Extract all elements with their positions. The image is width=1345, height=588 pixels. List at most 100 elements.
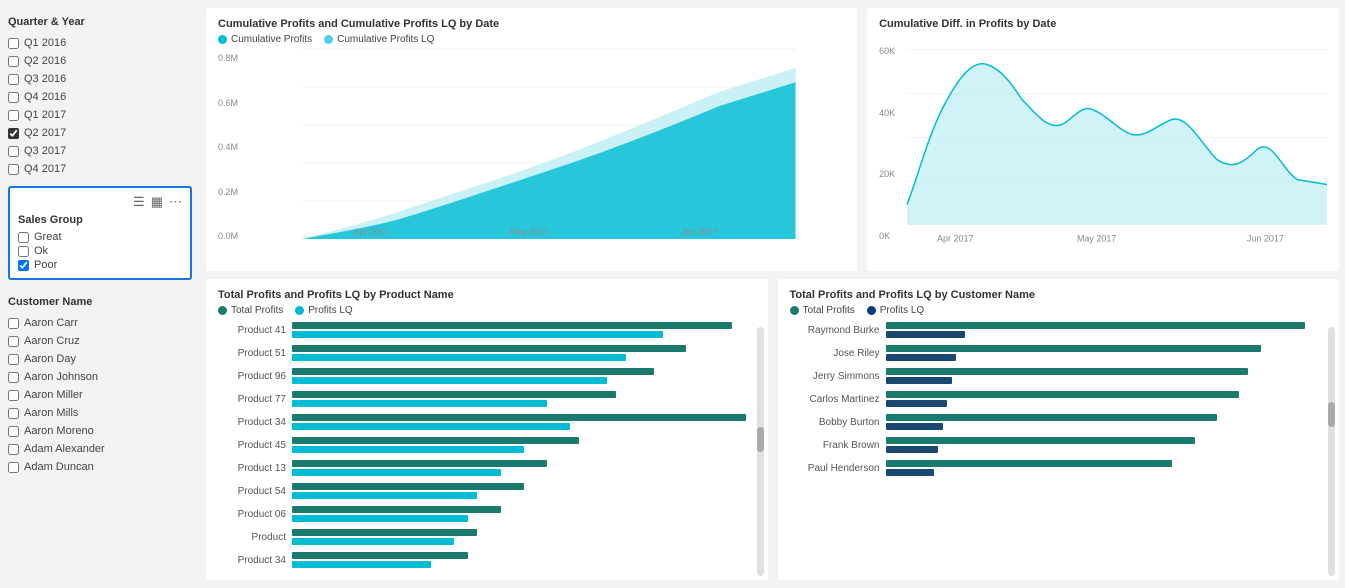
bar-profits-paul [886,460,1173,467]
quarter-q1-2017-checkbox[interactable] [8,110,19,121]
sales-group-toolbar: ☰ ▦ ⋯ [18,194,182,210]
quarter-q3-2017-checkbox[interactable] [8,146,19,157]
bar-profits-jose [886,345,1261,352]
bar-lq-product41 [292,331,663,338]
bar-track-product06 [292,506,756,522]
customer-aaron-miller[interactable]: Aaron Miller [8,388,192,402]
svg-text:Apr 2017: Apr 2017 [937,233,973,243]
bar-row-raymond: Raymond Burke [790,320,1328,340]
diff-area-svg: Apr 2017 May 2017 Jun 2017 [907,42,1327,232]
customer-adam-alexander[interactable]: Adam Alexander [8,442,192,456]
sg-ok-label: Ok [34,245,48,257]
quarter-q3-2017[interactable]: Q3 2017 [8,144,192,158]
quarter-q1-2016[interactable]: Q1 2016 [8,36,192,50]
legend-total-profits-label: Total Profits [231,305,283,316]
y-axis-diff: 60K 40K 20K 0K [879,42,907,261]
layout-icon[interactable]: ▦ [151,194,163,210]
y-axis-cumulative: 0.8M 0.6M 0.4M 0.2M 0.0M [218,49,252,261]
quarter-q2-2017[interactable]: Q2 2017 [8,126,192,140]
more-options-icon[interactable]: ⋯ [169,194,182,210]
bar-profits-product13 [292,460,547,467]
svg-text:May 2017: May 2017 [511,226,549,236]
customer-scrollbar-thumb[interactable] [1328,402,1335,427]
sg-great-checkbox[interactable] [18,232,29,243]
cb-aaron-day[interactable] [8,354,19,365]
product-bar-chart: Total Profits and Profits LQ by Product … [206,279,768,580]
hamburger-icon[interactable]: ☰ [133,194,145,210]
cb-aaron-moreno[interactable] [8,426,19,437]
product-scrollbar-thumb[interactable] [757,427,764,452]
quarter-q2-2016[interactable]: Q2 2016 [8,54,192,68]
bar-track-product13 [292,460,756,476]
sg-poor-checkbox[interactable] [18,260,29,271]
cumulative-diff-chart: Cumulative Diff. in Profits by Date 60K … [867,8,1339,271]
cb-aaron-cruz[interactable] [8,336,19,347]
sg-ok-checkbox[interactable] [18,246,29,257]
quarter-q4-2017-label: Q4 2017 [24,163,66,175]
quarter-year-title: Quarter & Year [8,16,192,28]
quarter-q4-2016-checkbox[interactable] [8,92,19,103]
top-charts-row: Cumulative Profits and Cumulative Profit… [206,8,1339,271]
quarter-q4-2017-checkbox[interactable] [8,164,19,175]
bar-profits-product [292,529,477,536]
cb-aaron-mills[interactable] [8,408,19,419]
svg-text:Apr 2017: Apr 2017 [354,226,389,236]
bar-row-product45: Product 45 [218,435,756,455]
customer-adam-duncan[interactable]: Adam Duncan [8,460,192,474]
svg-text:Jun 2017: Jun 2017 [1247,233,1284,243]
product-scrollbar-track[interactable] [757,327,764,576]
quarter-q1-2017[interactable]: Q1 2017 [8,108,192,122]
legend-dot-profits [218,35,227,44]
left-panel: Quarter & Year Q1 2016 Q2 2016 Q3 2016 Q… [0,0,200,588]
customer-aaron-cruz[interactable]: Aaron Cruz [8,334,192,348]
svg-text:Jun 2017: Jun 2017 [682,226,717,236]
sg-ok[interactable]: Ok [18,244,182,258]
bar-track-product34 [292,414,756,430]
sg-great[interactable]: Great [18,230,182,244]
customer-aaron-johnson[interactable]: Aaron Johnson [8,370,192,384]
customer-aaron-carr[interactable]: Aaron Carr [8,316,192,330]
cb-aaron-johnson[interactable] [8,372,19,383]
cb-aaron-carr[interactable] [8,318,19,329]
bar-track-carlos [886,391,1328,407]
customer-scrollbar-track[interactable] [1328,327,1335,576]
sales-group-filter-box: ☰ ▦ ⋯ Sales Group Great Ok Poor [8,186,192,280]
legend-dot-profits-lq [295,306,304,315]
quarter-q3-2016-checkbox[interactable] [8,74,19,85]
bar-label-product45: Product 45 [218,440,286,451]
legend-dot-cust-total [790,306,799,315]
product-bar-area: Product 41 Product 51 [218,320,756,570]
bar-track-product51 [292,345,756,361]
quarter-q4-2017[interactable]: Q4 2017 [8,162,192,176]
bar-label-product34: Product 34 [218,417,286,428]
legend-profits-lq-label: Profits LQ [308,305,352,316]
bar-row-product77: Product 77 [218,389,756,409]
bar-track-product41 [292,322,756,338]
svg-text:May 2017: May 2017 [1077,233,1116,243]
bar-row-product: Product [218,527,756,547]
quarter-q4-2016[interactable]: Q4 2016 [8,90,192,104]
cb-adam-alexander[interactable] [8,444,19,455]
bar-row-product51: Product 51 [218,343,756,363]
quarter-q3-2016[interactable]: Q3 2016 [8,72,192,86]
quarter-q2-2016-checkbox[interactable] [8,56,19,67]
quarter-q1-2016-checkbox[interactable] [8,38,19,49]
quarter-q2-2017-checkbox[interactable] [8,128,19,139]
cb-adam-duncan[interactable] [8,462,19,473]
customer-aaron-day[interactable]: Aaron Day [8,352,192,366]
customer-aaron-mills[interactable]: Aaron Mills [8,406,192,420]
bar-profits-product45 [292,437,579,444]
bar-track-product45 [292,437,756,453]
bar-profits-jerry [886,368,1248,375]
customer-bar-chart: Total Profits and Profits LQ by Customer… [778,279,1340,580]
diff-chart-body: 60K 40K 20K 0K [879,42,1327,261]
customer-bar-title: Total Profits and Profits LQ by Customer… [790,289,1328,301]
sg-poor[interactable]: Poor [18,258,182,272]
bar-label-product96: Product 96 [218,371,286,382]
legend-label-profits: Cumulative Profits [231,34,312,45]
bar-profits-product96 [292,368,654,375]
diff-chart-title: Cumulative Diff. in Profits by Date [879,18,1327,30]
customer-aaron-moreno[interactable]: Aaron Moreno [8,424,192,438]
cb-aaron-miller[interactable] [8,390,19,401]
bar-row-jose: Jose Riley [790,343,1328,363]
